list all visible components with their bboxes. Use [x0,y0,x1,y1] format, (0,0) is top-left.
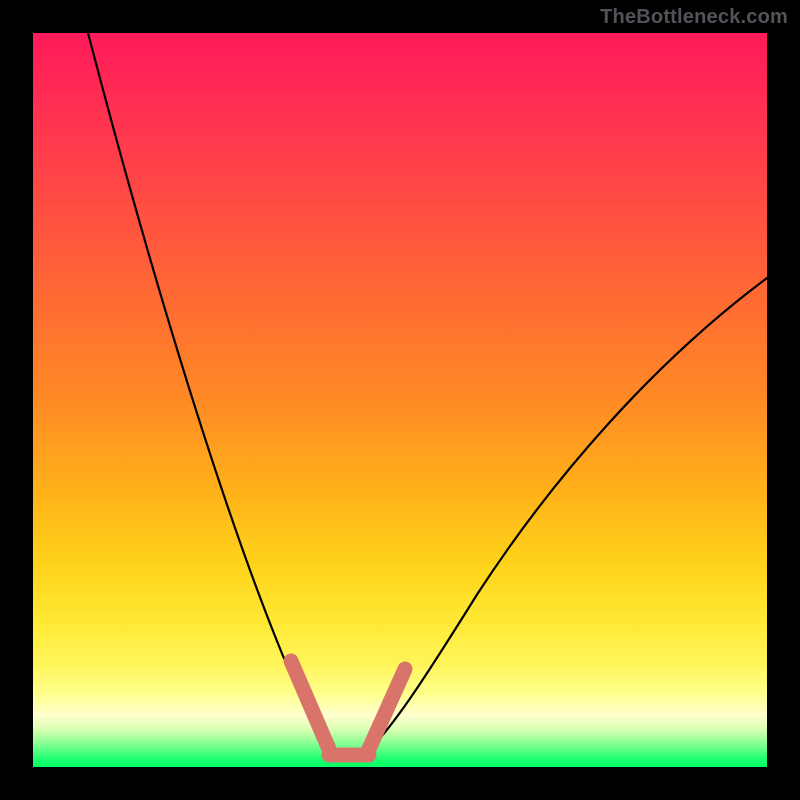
chart-container: TheBottleneck.com [0,0,800,800]
curve-svg [33,33,767,767]
curve-right-branch [366,278,767,753]
marker-left [291,661,329,749]
plot-area [33,33,767,767]
curve-left-branch [88,33,331,753]
watermark-text: TheBottleneck.com [600,6,788,29]
marker-right [369,669,405,749]
